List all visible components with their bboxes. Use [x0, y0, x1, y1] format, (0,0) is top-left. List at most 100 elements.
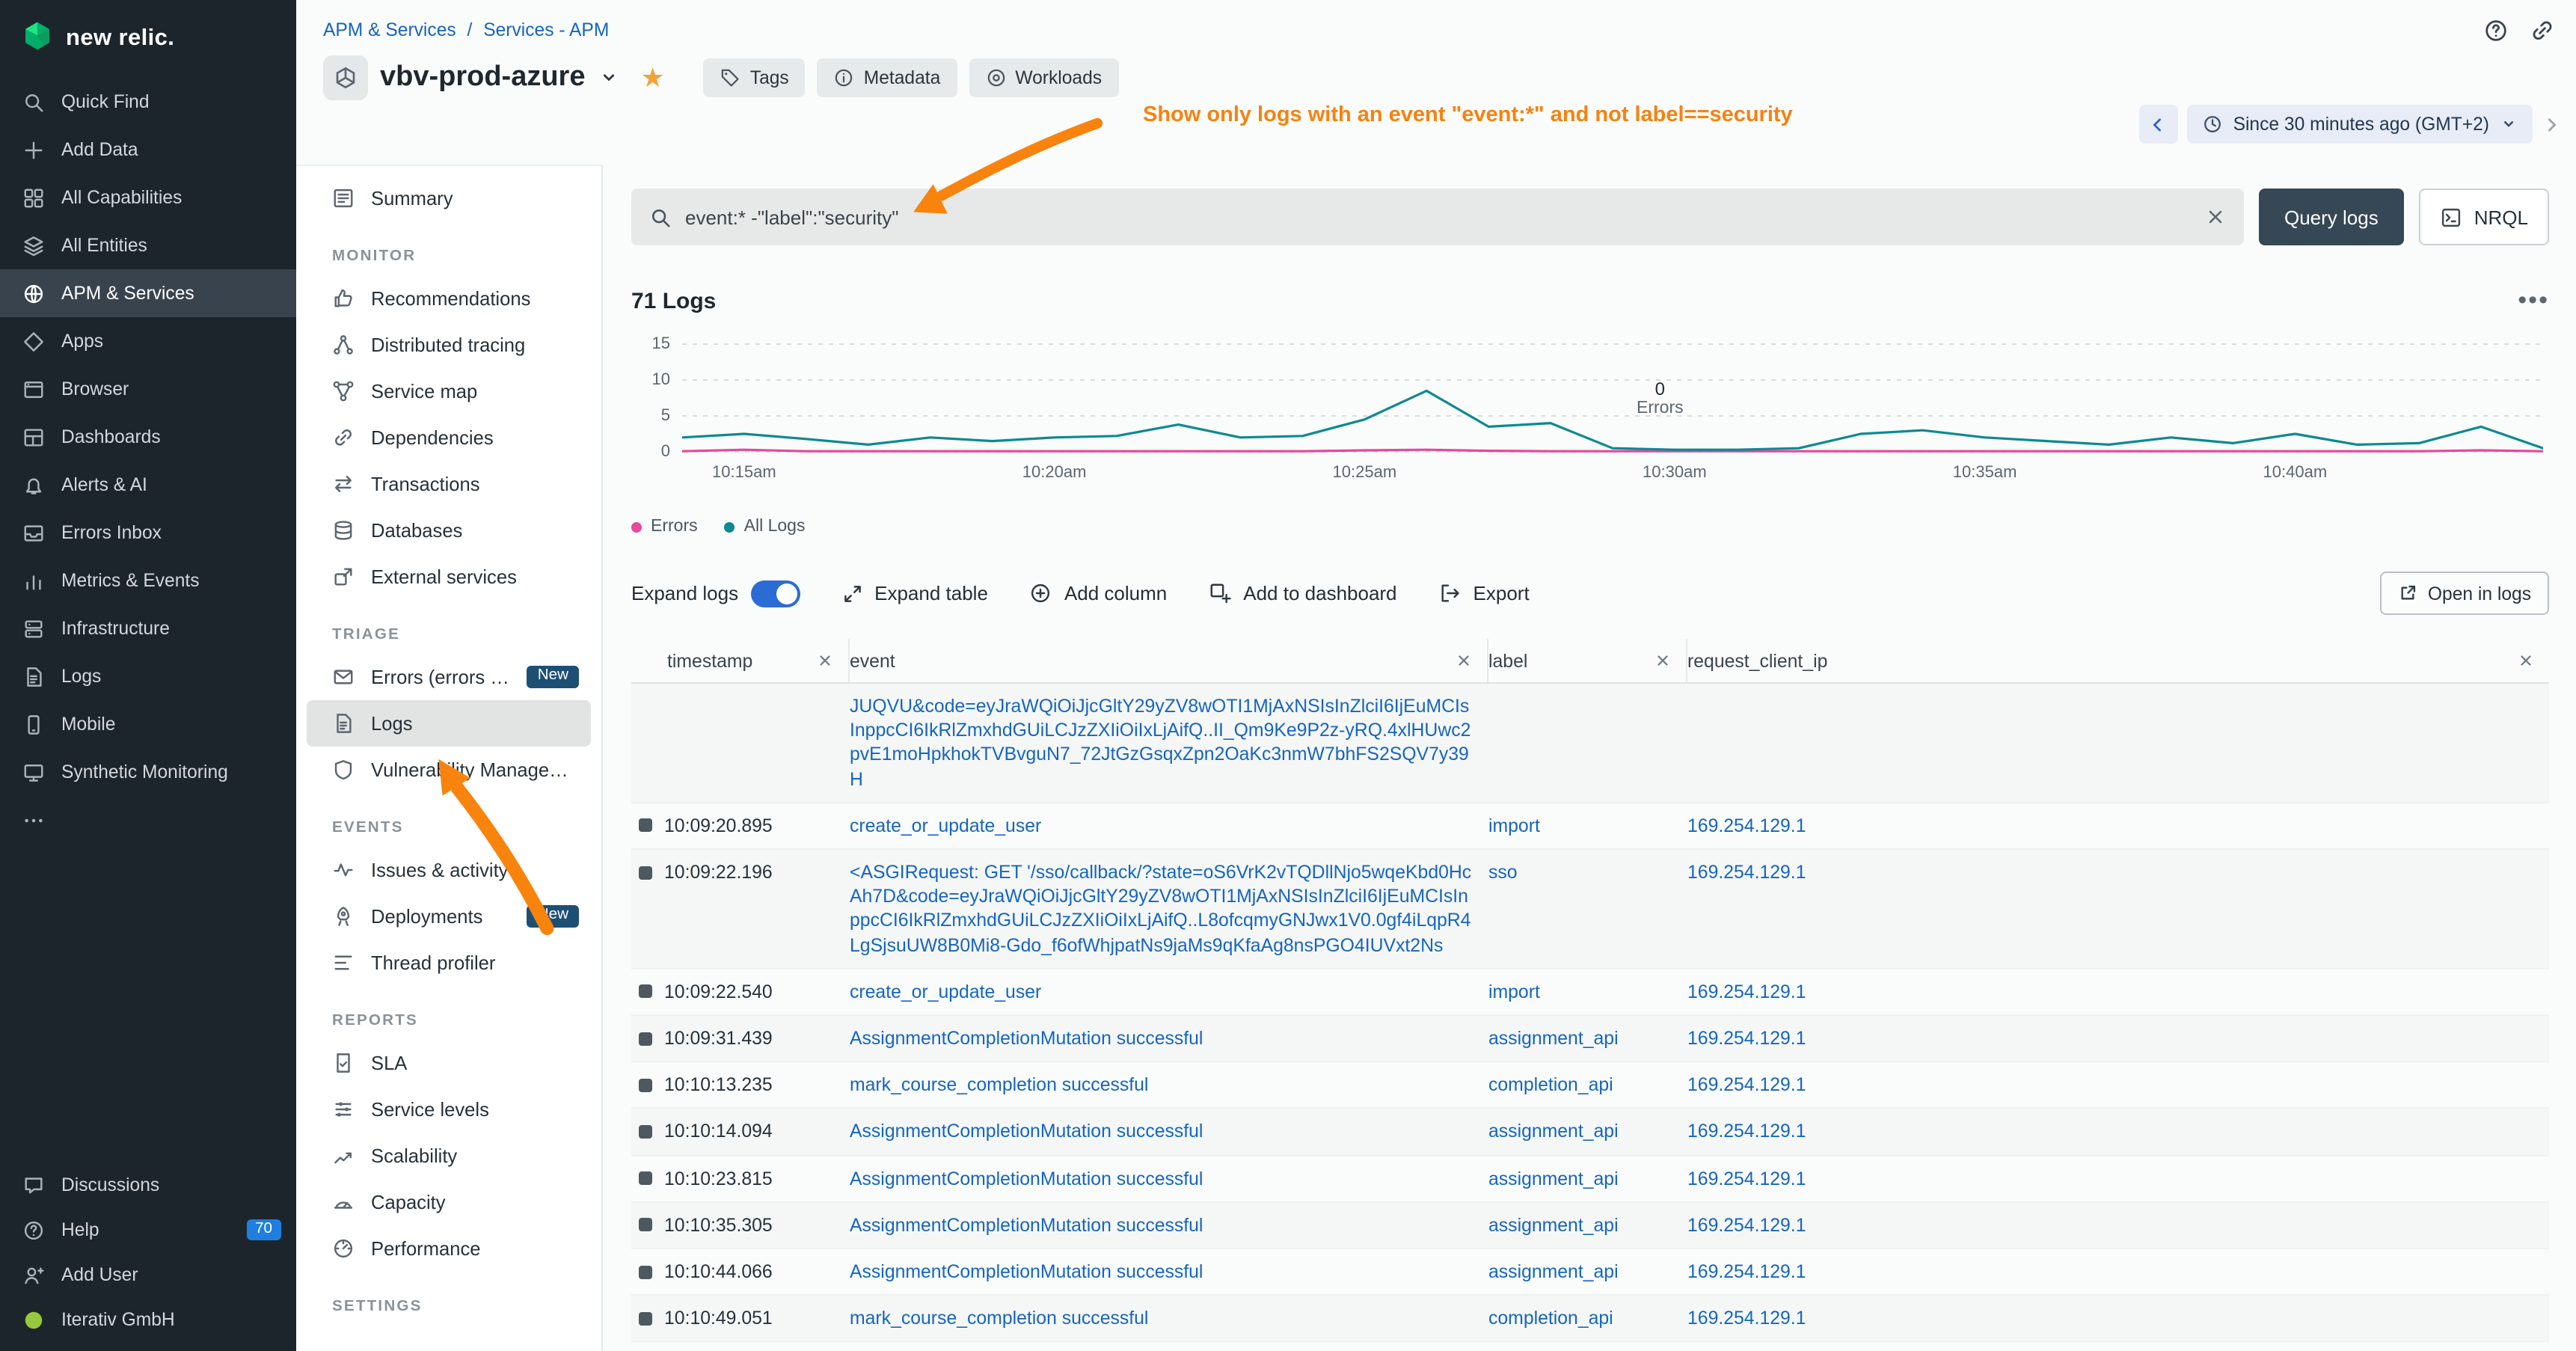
add-to-dashboard-button[interactable]: Add to dashboard	[1209, 582, 1396, 604]
log-event-link[interactable]: AssignmentCompletionMutation successful	[850, 1215, 1203, 1236]
log-row[interactable]: 10:09:31.439AssignmentCompletionMutation…	[631, 1016, 2549, 1062]
sidebar-item-service-map[interactable]: Service map	[307, 368, 591, 414]
sidebar-item-quick-find[interactable]: Quick Find	[0, 78, 296, 126]
log-event-link[interactable]: create_or_update_user	[850, 815, 1041, 836]
sidebar-item-browser[interactable]: Browser	[0, 365, 296, 413]
favorite-star-icon[interactable]: ★	[641, 64, 665, 91]
log-row[interactable]: 10:09:22.196<ASGIRequest: GET '/sso/call…	[631, 850, 2549, 969]
legend-all-logs[interactable]: All Logs	[725, 518, 806, 536]
log-label-link[interactable]: import	[1488, 815, 1540, 836]
log-label-link[interactable]: sso	[1488, 862, 1518, 883]
log-row[interactable]: 10:10:44.066AssignmentCompletionMutation…	[631, 1249, 2549, 1296]
sidebar-item-mobile[interactable]: Mobile	[0, 700, 296, 748]
breadcrumb-services-apm[interactable]: Services - APM	[483, 19, 609, 40]
log-label-link[interactable]: assignment_api	[1488, 1168, 1619, 1189]
sidebar-item-help[interactable]: Help70	[0, 1207, 296, 1252]
brand[interactable]: new relic.	[0, 0, 296, 78]
sidebar-item-add-data[interactable]: Add Data	[0, 126, 296, 174]
row-marker-icon[interactable]	[639, 1219, 652, 1232]
sidebar-item-databases[interactable]: Databases	[307, 507, 591, 554]
time-picker[interactable]: Since 30 minutes ago (GMT+2)	[2187, 105, 2533, 144]
sidebar-item-all-entities[interactable]: All Entities	[0, 221, 296, 269]
remove-event-column-icon[interactable]	[1456, 652, 1472, 669]
log-row[interactable]: 10:10:49.051mark_course_completion succe…	[631, 1296, 2549, 1343]
row-marker-icon[interactable]	[639, 1032, 652, 1045]
log-ip-link[interactable]: 169.254.129.1	[1687, 1074, 1806, 1095]
sidebar-item-capacity[interactable]: Capacity	[307, 1179, 591, 1225]
sidebar-item-issues-activity[interactable]: Issues & activity	[307, 847, 591, 893]
sidebar-item-deployments[interactable]: DeploymentsNew	[307, 893, 591, 940]
sidebar-item-transactions[interactable]: Transactions	[307, 461, 591, 507]
log-row[interactable]: JUQVU&code=eyJraWQiOiJjcGltY29yZV8wOTI1M…	[631, 684, 2549, 803]
sidebar-item-thread-profiler[interactable]: Thread profiler	[307, 940, 591, 986]
add-column-button[interactable]: Add column	[1030, 582, 1167, 604]
row-marker-icon[interactable]	[639, 1125, 652, 1139]
sidebar-item-vulnerability-management[interactable]: Vulnerability Management	[307, 747, 591, 793]
tags-chip[interactable]: Tags	[704, 58, 806, 97]
sidebar-item-apm-services[interactable]: APM & Services	[0, 269, 296, 317]
log-ip-link[interactable]: 169.254.129.1	[1687, 1215, 1806, 1236]
sidebar-item-alerts-ai[interactable]: Alerts & AI	[0, 461, 296, 509]
more-options-icon[interactable]: •••	[2518, 293, 2549, 308]
toggle-switch-icon[interactable]	[750, 580, 800, 607]
help-icon[interactable]	[2483, 18, 2509, 43]
log-event-link[interactable]: create_or_update_user	[850, 981, 1041, 1002]
clear-search-icon[interactable]	[2205, 206, 2226, 227]
sidebar-item-errors-errors-inb[interactable]: Errors (errors inb...New	[307, 654, 591, 700]
sidebar-item-errors-inbox[interactable]: Errors Inbox	[0, 509, 296, 557]
log-row[interactable]: 10:10:23.815AssignmentCompletionMutation…	[631, 1156, 2549, 1202]
sidebar-item-all-capabilities[interactable]: All Capabilities	[0, 174, 296, 221]
sidebar-item-service-levels[interactable]: Service levels	[307, 1086, 591, 1133]
sidebar-item-synthetic-monitoring[interactable]: Synthetic Monitoring	[0, 748, 296, 796]
log-ip-link[interactable]: 169.254.129.1	[1687, 1168, 1806, 1189]
remove-request-client-ip-column-icon[interactable]	[2518, 652, 2534, 669]
log-row[interactable]: 10:11:00.311AssignmentCompletionMutation…	[631, 1343, 2549, 1351]
log-event-link[interactable]: mark_course_completion successful	[850, 1308, 1148, 1329]
entity-switcher-caret-icon[interactable]	[599, 67, 620, 88]
log-event-link[interactable]: <ASGIRequest: GET '/sso/callback/?state=…	[850, 862, 1471, 955]
sidebar-item-sla[interactable]: SLA	[307, 1040, 591, 1086]
row-marker-icon[interactable]	[639, 866, 652, 879]
sidebar-item-summary[interactable]: Summary	[307, 175, 591, 221]
log-ip-link[interactable]: 169.254.129.1	[1687, 862, 1806, 883]
sidebar-item-add-user[interactable]: Add User	[0, 1252, 296, 1297]
breadcrumb-apm-services[interactable]: APM & Services	[323, 19, 456, 40]
sidebar-item-infrastructure[interactable]: Infrastructure	[0, 604, 296, 652]
log-ip-link[interactable]: 169.254.129.1	[1687, 815, 1806, 836]
sidebar-item-performance[interactable]: Performance	[307, 1225, 591, 1272]
log-label-link[interactable]: completion_api	[1488, 1074, 1613, 1095]
log-row[interactable]: 10:09:20.895create_or_update_userimport1…	[631, 803, 2549, 850]
log-label-link[interactable]: completion_api	[1488, 1308, 1613, 1329]
sidebar-item-dashboards[interactable]: Dashboards	[0, 413, 296, 461]
permalink-icon[interactable]	[2530, 18, 2555, 43]
log-event-link[interactable]: AssignmentCompletionMutation successful	[850, 1121, 1203, 1142]
row-marker-icon[interactable]	[639, 819, 652, 833]
log-row[interactable]: 10:10:14.094AssignmentCompletionMutation…	[631, 1109, 2549, 1156]
sidebar-item-discussions[interactable]: Discussions	[0, 1162, 296, 1207]
log-query-input[interactable]	[685, 206, 2192, 228]
time-forward-button[interactable]	[2542, 114, 2561, 134]
row-marker-icon[interactable]	[639, 1312, 652, 1326]
log-label-link[interactable]: import	[1488, 981, 1540, 1002]
query-logs-button[interactable]: Query logs	[2259, 189, 2404, 245]
log-event-link[interactable]: AssignmentCompletionMutation successful	[850, 1261, 1203, 1282]
sidebar-item-logs[interactable]: Logs	[0, 652, 296, 700]
sidebar-item-logs[interactable]: Logs	[307, 700, 591, 747]
log-ip-link[interactable]: 169.254.129.1	[1687, 1028, 1806, 1049]
log-ip-link[interactable]: 169.254.129.1	[1687, 1308, 1806, 1329]
log-ip-link[interactable]: 169.254.129.1	[1687, 1261, 1806, 1282]
workloads-chip[interactable]: Workloads	[969, 58, 1118, 97]
sidebar-item-external-services[interactable]: External services	[307, 554, 591, 600]
sidebar-item-more[interactable]	[0, 796, 296, 844]
sidebar-item-distributed-tracing[interactable]: Distributed tracing	[307, 322, 591, 368]
open-in-logs-button[interactable]: Open in logs	[2380, 572, 2549, 615]
remove-timestamp-column-icon[interactable]	[817, 652, 833, 669]
sidebar-item-scalability[interactable]: Scalability	[307, 1133, 591, 1179]
sidebar-item-dependencies[interactable]: Dependencies	[307, 414, 591, 461]
expand-table-button[interactable]: Expand table	[841, 582, 988, 604]
log-event-link[interactable]: JUQVU&code=eyJraWQiOiJjcGltY29yZV8wOTI1M…	[850, 696, 1471, 789]
row-marker-icon[interactable]	[639, 1171, 652, 1185]
expand-logs-toggle[interactable]: Expand logs	[631, 580, 800, 607]
sidebar-item-recommendations[interactable]: Recommendations	[307, 275, 591, 322]
nrql-button[interactable]: NRQL	[2419, 189, 2549, 245]
